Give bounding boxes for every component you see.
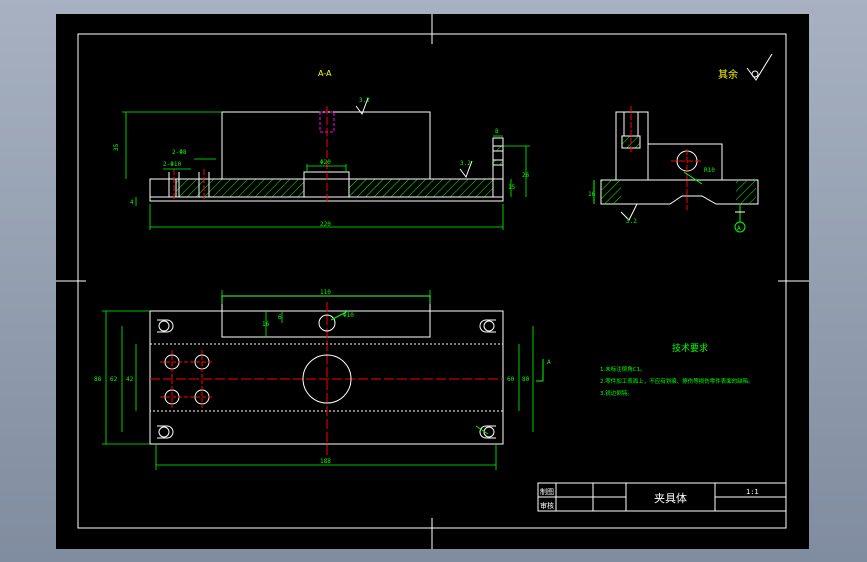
svg-text:80: 80: [522, 376, 530, 383]
note-item: 1.未标注倒角C1。: [600, 365, 646, 373]
scale-value: 1:1: [746, 488, 759, 496]
roughness-note: 其余: [718, 53, 773, 81]
svg-text:3.2: 3.2: [359, 97, 370, 104]
svg-text:R10: R10: [704, 167, 715, 174]
svg-text:15: 15: [508, 184, 516, 191]
plan-view: Φ10 110 16 6 188 88 62 42 60 80 A: [94, 289, 551, 470]
section-label: A-A: [318, 69, 332, 78]
svg-text:110: 110: [320, 289, 331, 296]
svg-text:A: A: [547, 359, 551, 366]
base-hatch-left: [175, 178, 305, 198]
svg-text:2-Φ8: 2-Φ8: [172, 149, 187, 156]
cad-drawing[interactable]: A-A 3.2 3.2 35 2-Φ8 2-Φ10 Φ20 220 8 15 2…: [56, 14, 809, 549]
svg-text:42: 42: [126, 376, 134, 383]
svg-text:3.2: 3.2: [460, 160, 471, 167]
svg-text:35: 35: [113, 143, 120, 151]
svg-text:220: 220: [320, 221, 331, 228]
svg-text:Φ10: Φ10: [343, 312, 354, 319]
svg-text:2-Φ10: 2-Φ10: [163, 161, 181, 168]
svg-text:其余: 其余: [718, 68, 738, 81]
side-view: R10 16 3.2 A: [588, 106, 759, 233]
front-section-view: A-A 3.2 3.2 35 2-Φ8 2-Φ10 Φ20 220 8 15 2…: [113, 69, 530, 230]
part-name: 夹具体: [654, 491, 687, 505]
svg-text:60: 60: [507, 376, 515, 383]
svg-text:A: A: [737, 225, 741, 232]
outer-border: [77, 33, 787, 529]
note-item: 3.锐边倒钝。: [600, 389, 633, 397]
svg-text:8: 8: [495, 128, 499, 135]
svg-text:4: 4: [130, 199, 134, 206]
svg-text:16: 16: [262, 321, 270, 328]
svg-text:3.2: 3.2: [626, 218, 637, 225]
svg-text:62: 62: [110, 376, 118, 383]
svg-text:188: 188: [320, 458, 331, 465]
svg-text:26: 26: [522, 172, 530, 179]
base-hatch-right: [348, 178, 494, 198]
svg-text:16: 16: [588, 191, 596, 198]
viewer-background: A-A 3.2 3.2 35 2-Φ8 2-Φ10 Φ20 220 8 15 2…: [0, 0, 867, 562]
note-item: 2.零件加工表面上，不应有划痕、擦伤等损伤零件表面的缺陷。: [600, 377, 754, 385]
checked-by-label: 审核: [540, 501, 554, 510]
drawn-by-label: 制图: [540, 487, 554, 496]
technical-notes: 技术要求 1.未标注倒角C1。 2.零件加工表面上，不应有划痕、擦伤等损伤零件表…: [600, 342, 754, 397]
svg-text:6: 6: [278, 314, 282, 321]
inner-border: [78, 34, 786, 528]
svg-text:Φ20: Φ20: [320, 159, 331, 166]
drawing-sheet[interactable]: A-A 3.2 3.2 35 2-Φ8 2-Φ10 Φ20 220 8 15 2…: [56, 14, 809, 549]
notes-title: 技术要求: [672, 342, 708, 354]
svg-text:88: 88: [94, 376, 102, 383]
